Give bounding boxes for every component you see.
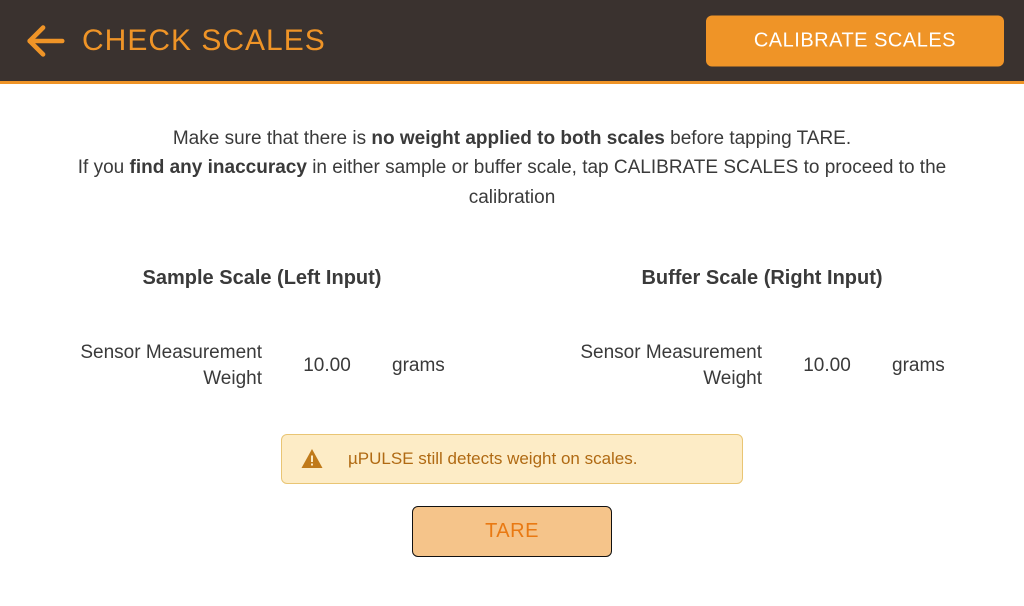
warning-text: µPULSE still detects weight on scales. bbox=[348, 449, 637, 469]
instr2-pre: If you bbox=[78, 157, 130, 178]
buffer-measurement-value: 10.00 bbox=[792, 355, 862, 377]
sample-measurement-unit: grams bbox=[392, 355, 462, 377]
instr2-post: in either sample or buffer scale, tap CA… bbox=[307, 157, 946, 207]
instruction-line-1: Make sure that there is no weight applie… bbox=[42, 124, 982, 153]
tare-button[interactable]: TARE bbox=[412, 506, 612, 557]
arrow-left-icon bbox=[22, 18, 68, 64]
instr1-post: before tapping TARE. bbox=[665, 128, 851, 149]
instruction-line-2: If you find any inaccuracy in either sam… bbox=[42, 153, 982, 212]
buffer-measurement-label: Sensor Measurement Weight bbox=[562, 340, 762, 391]
weight-detected-warning: µPULSE still detects weight on scales. bbox=[281, 434, 743, 484]
calibrate-scales-button[interactable]: CALIBRATE SCALES bbox=[706, 15, 1004, 66]
warning-triangle-icon bbox=[300, 447, 324, 471]
sample-scale-column: Sample Scale (Left Input) Sensor Measure… bbox=[42, 267, 482, 391]
instr1-bold: no weight applied to both scales bbox=[371, 128, 664, 149]
page-title: CHECK SCALES bbox=[82, 24, 326, 58]
back-button[interactable] bbox=[20, 16, 70, 66]
sample-scale-title: Sample Scale (Left Input) bbox=[42, 267, 482, 290]
main-content: Make sure that there is no weight applie… bbox=[0, 84, 1024, 557]
instr1-pre: Make sure that there is bbox=[173, 128, 372, 149]
buffer-scale-title: Buffer Scale (Right Input) bbox=[542, 267, 982, 290]
sample-scale-row: Sensor Measurement Weight 10.00 grams bbox=[42, 340, 482, 391]
scales-readout: Sample Scale (Left Input) Sensor Measure… bbox=[40, 267, 984, 391]
instr2-bold: find any inaccuracy bbox=[130, 157, 307, 178]
buffer-scale-column: Buffer Scale (Right Input) Sensor Measur… bbox=[542, 267, 982, 391]
sample-measurement-label: Sensor Measurement Weight bbox=[62, 340, 262, 391]
sample-measurement-value: 10.00 bbox=[292, 355, 362, 377]
buffer-measurement-unit: grams bbox=[892, 355, 962, 377]
top-bar: CHECK SCALES CALIBRATE SCALES bbox=[0, 0, 1024, 84]
buffer-scale-row: Sensor Measurement Weight 10.00 grams bbox=[542, 340, 982, 391]
